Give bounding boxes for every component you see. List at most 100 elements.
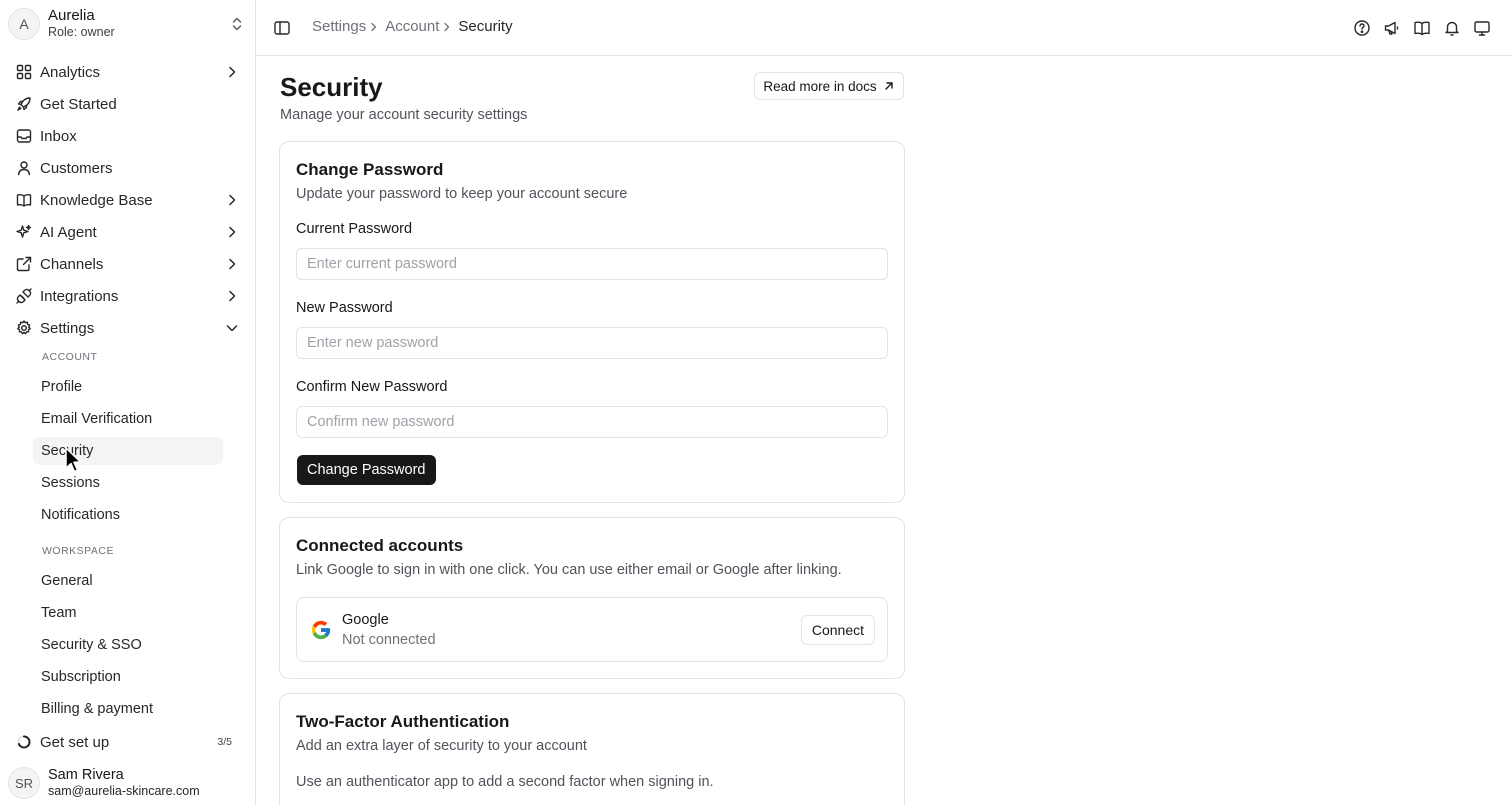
sidebar-item-security-sso[interactable]: Security & SSO (33, 631, 223, 659)
breadcrumb-account[interactable]: Account (385, 18, 439, 35)
monitor-icon[interactable] (1472, 18, 1492, 38)
sidebar-item-label: Customers (40, 159, 113, 177)
chevron-right-icon (442, 21, 452, 33)
workspace-switcher[interactable]: A Aurelia Role: owner (8, 6, 248, 42)
topbar: Settings Account Security (256, 0, 1512, 56)
page-title: Security (280, 72, 383, 102)
bell-icon[interactable] (1442, 18, 1462, 38)
sparkles-icon (16, 224, 32, 240)
sidebar-item-get-started[interactable]: Get Started (8, 90, 248, 118)
chevron-right-icon (224, 288, 240, 304)
get-set-up-label: Get set up (40, 733, 110, 751)
rocket-icon (16, 96, 32, 112)
sidebar-item-team[interactable]: Team (33, 599, 223, 627)
current-password-label: Current Password (296, 221, 413, 237)
sidebar-item-label: Channels (40, 255, 104, 273)
change-password-card: Change Password Update your password to … (279, 141, 905, 503)
plug-icon (16, 288, 32, 304)
connected-accounts-title: Connected accounts (296, 536, 464, 555)
user-avatar: SR (8, 767, 40, 799)
sidebar-item-label: Inbox (40, 127, 77, 145)
megaphone-icon[interactable] (1382, 18, 1402, 38)
connected-accounts-description: Link Google to sign in with one click. Y… (296, 562, 842, 578)
sidebar-item-label: Analytics (40, 63, 101, 81)
workspace-role: Role: owner (48, 25, 115, 39)
two-factor-card: Two-Factor Authentication Add an extra l… (279, 693, 905, 806)
sidebar-item-label: Settings (40, 319, 95, 337)
sidebar-item-integrations[interactable]: Integrations (8, 282, 248, 310)
settings-section-heading-workspace: Workspace (42, 545, 114, 557)
sidebar-item-email-verification[interactable]: Email Verification (33, 405, 223, 433)
sidebar-item-profile[interactable]: Profile (33, 373, 223, 401)
page-subtitle: Manage your account security settings (280, 107, 528, 123)
sidebar: A Aurelia Role: owner Analytics Get Star… (0, 0, 256, 806)
sidebar-toggle-icon[interactable] (272, 18, 292, 38)
sidebar-item-notifications[interactable]: Notifications (33, 501, 223, 529)
sidebar-item-knowledge-base[interactable]: Knowledge Base (8, 186, 248, 214)
confirm-password-label: Confirm New Password (296, 379, 448, 395)
change-password-title: Change Password (296, 160, 444, 179)
settings-section-heading-account: Account (42, 351, 98, 363)
arrow-up-right-icon (884, 82, 893, 90)
user-menu[interactable]: SR Sam Rivera sam@aurelia-skincare.com (8, 766, 248, 800)
provider-name: Google (342, 612, 389, 628)
sidebar-item-analytics[interactable]: Analytics (8, 58, 248, 86)
sidebar-item-billing-payment[interactable]: Billing & payment (33, 695, 223, 723)
sidebar-item-label: Integrations (40, 287, 119, 305)
book-icon (16, 192, 32, 208)
topbar-actions (1342, 18, 1492, 38)
setup-progress-count: 3/5 (217, 736, 232, 748)
share-icon (16, 256, 32, 272)
google-provider-row: Google Not connected Connect (296, 597, 888, 662)
inbox-icon (16, 128, 32, 144)
gear-icon (16, 320, 32, 336)
sidebar-item-label: Knowledge Base (40, 191, 153, 209)
workspace-name: Aurelia (48, 7, 95, 24)
new-password-label: New Password (296, 300, 393, 316)
chevrons-up-down-icon (230, 16, 244, 35)
user-name: Sam Rivera (48, 767, 124, 783)
connected-accounts-card: Connected accounts Link Google to sign i… (279, 517, 905, 679)
current-password-input[interactable] (296, 248, 888, 280)
sidebar-item-settings[interactable]: Settings (8, 314, 248, 342)
confirm-password-input[interactable] (296, 406, 888, 438)
breadcrumb: Settings Account Security (312, 18, 513, 35)
workspace-avatar: A (8, 8, 40, 40)
book-open-icon[interactable] (1412, 18, 1432, 38)
two-factor-body: Use an authenticator app to add a second… (296, 774, 714, 790)
connect-google-button[interactable]: Connect (800, 615, 875, 645)
read-docs-button[interactable]: Read more in docs (754, 72, 904, 100)
chevron-right-icon (224, 224, 240, 240)
progress-ring-icon (16, 734, 32, 750)
google-icon (310, 619, 332, 641)
sidebar-item-sessions[interactable]: Sessions (33, 469, 223, 497)
two-factor-title: Two-Factor Authentication (296, 712, 510, 731)
read-docs-label: Read more in docs (763, 78, 877, 94)
user-icon (16, 160, 32, 176)
grid-icon (16, 64, 32, 80)
sidebar-item-label: AI Agent (40, 223, 97, 241)
get-set-up-item[interactable]: Get set up 3/5 (8, 729, 248, 755)
sidebar-item-security[interactable]: Security (33, 437, 223, 465)
user-email: sam@aurelia-skincare.com (48, 784, 200, 798)
breadcrumb-settings[interactable]: Settings (312, 18, 366, 35)
chevron-right-icon (224, 64, 240, 80)
sidebar-item-ai-agent[interactable]: AI Agent (8, 218, 248, 246)
provider-status: Not connected (342, 632, 436, 648)
change-password-button[interactable]: Change Password (297, 455, 436, 485)
new-password-input[interactable] (296, 327, 888, 359)
sidebar-item-label: Get Started (40, 95, 117, 113)
sidebar-item-general[interactable]: General (33, 567, 223, 595)
chevron-right-icon (224, 192, 240, 208)
sidebar-item-channels[interactable]: Channels (8, 250, 248, 278)
chevron-right-icon (369, 21, 379, 33)
breadcrumb-current: Security (458, 18, 513, 35)
sidebar-item-inbox[interactable]: Inbox (8, 122, 248, 150)
help-icon[interactable] (1352, 18, 1372, 38)
sidebar-item-customers[interactable]: Customers (8, 154, 248, 182)
sidebar-item-subscription[interactable]: Subscription (33, 663, 223, 691)
chevron-down-icon (224, 320, 240, 336)
two-factor-description: Add an extra layer of security to your a… (296, 738, 587, 754)
change-password-description: Update your password to keep your accoun… (296, 186, 628, 202)
chevron-right-icon (224, 256, 240, 272)
